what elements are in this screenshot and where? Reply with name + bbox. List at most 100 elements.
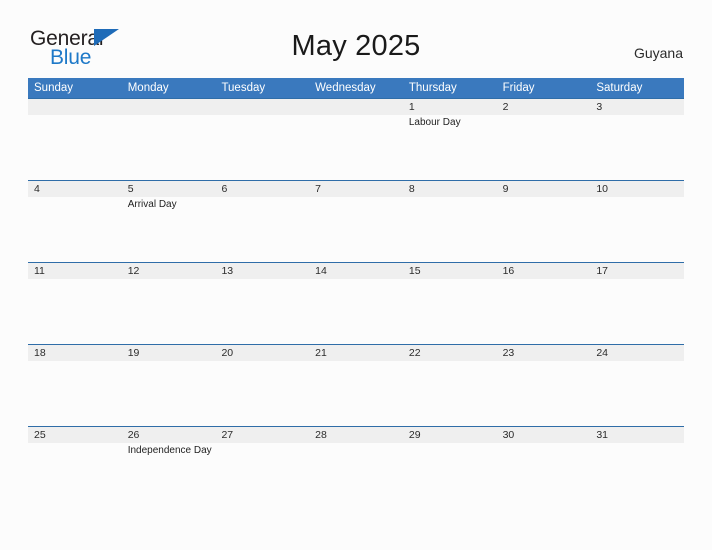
- day-cell[interactable]: 14: [309, 263, 403, 344]
- day-cell[interactable]: 31: [590, 427, 684, 508]
- day-number: 17: [596, 265, 608, 277]
- day-number: 13: [221, 265, 234, 277]
- day-number: 10: [596, 183, 608, 195]
- day-event: [596, 197, 684, 198]
- day-event: [503, 279, 591, 280]
- day-event: Arrival Day: [127, 199, 177, 210]
- day-number: 29: [408, 429, 421, 441]
- day-number: 4: [34, 183, 40, 195]
- day-cell[interactable]: 29: [403, 427, 497, 508]
- day-number: 5: [127, 183, 134, 195]
- day-cell[interactable]: [122, 99, 216, 180]
- weekday-header-row: Sunday Monday Tuesday Wednesday Thursday…: [28, 78, 684, 98]
- day-event: [503, 361, 591, 362]
- week-row: 25 26 Independence Day 27 28 29 30 31: [28, 426, 684, 508]
- day-event: [221, 115, 309, 116]
- day-event: [315, 197, 403, 198]
- day-event: [34, 361, 122, 362]
- day-event: [34, 279, 122, 280]
- week-row: 1 Labour Day 2 3: [28, 98, 684, 180]
- day-event: [503, 115, 591, 116]
- day-event: [34, 443, 122, 444]
- day-event: [315, 279, 403, 280]
- week-row: 11 12 13 14 15 16 17: [28, 262, 684, 344]
- day-event: [128, 279, 216, 280]
- day-number: 1: [408, 101, 415, 113]
- day-number: 7: [315, 183, 321, 195]
- day-cell[interactable]: 11: [28, 263, 122, 344]
- day-event: [596, 443, 684, 444]
- weekday-sunday: Sunday: [34, 82, 74, 94]
- day-event: [409, 361, 497, 362]
- day-cell[interactable]: 6: [215, 181, 309, 262]
- day-cell[interactable]: 10: [590, 181, 684, 262]
- day-cell[interactable]: [28, 99, 122, 180]
- day-number: 8: [408, 183, 415, 195]
- day-cell[interactable]: 25: [28, 427, 122, 508]
- day-number: 25: [34, 429, 46, 441]
- day-number: 14: [315, 265, 327, 277]
- day-event: Independence Day: [127, 445, 212, 456]
- weekday-saturday: Saturday: [596, 82, 643, 94]
- day-cell[interactable]: 15: [403, 263, 497, 344]
- day-event: [409, 197, 497, 198]
- week-row: 4 5 Arrival Day 6 7 8 9 10: [28, 180, 684, 262]
- day-cell[interactable]: 4: [28, 181, 122, 262]
- day-number: 9: [502, 183, 509, 195]
- day-event: [503, 443, 591, 444]
- day-cell[interactable]: 27: [215, 427, 309, 508]
- day-cell[interactable]: 9: [497, 181, 591, 262]
- day-cell[interactable]: 13: [215, 263, 309, 344]
- day-cell[interactable]: [309, 99, 403, 180]
- day-number: 11: [34, 265, 45, 277]
- day-event: [221, 361, 309, 362]
- day-event: [221, 279, 309, 280]
- day-cell[interactable]: 24: [590, 345, 684, 426]
- day-number: 15: [408, 265, 421, 277]
- day-number: 19: [127, 347, 140, 359]
- day-cell[interactable]: 26 Independence Day: [122, 427, 216, 508]
- day-number: 22: [408, 347, 421, 359]
- day-event: [128, 115, 216, 116]
- day-cell[interactable]: 3: [590, 99, 684, 180]
- day-number: 24: [596, 347, 608, 359]
- day-cell[interactable]: 20: [215, 345, 309, 426]
- day-number: 27: [221, 429, 234, 441]
- day-cell[interactable]: 22: [403, 345, 497, 426]
- day-number: 20: [221, 347, 234, 359]
- day-cell[interactable]: 7: [309, 181, 403, 262]
- day-event: [221, 443, 309, 444]
- day-cell[interactable]: 8: [403, 181, 497, 262]
- day-cell[interactable]: 28: [309, 427, 403, 508]
- country-label: Guyana: [633, 45, 683, 61]
- day-event: [128, 361, 216, 362]
- day-number: 12: [127, 265, 140, 277]
- day-event: [34, 197, 122, 198]
- day-cell[interactable]: 2: [497, 99, 591, 180]
- day-event: [315, 443, 403, 444]
- day-cell[interactable]: 21: [309, 345, 403, 426]
- day-cell[interactable]: 17: [590, 263, 684, 344]
- calendar-grid: Sunday Monday Tuesday Wednesday Thursday…: [28, 78, 684, 508]
- day-event: [409, 279, 497, 280]
- day-number: 6: [221, 183, 228, 195]
- day-cell[interactable]: 1 Labour Day: [403, 99, 497, 180]
- day-cell[interactable]: 23: [497, 345, 591, 426]
- day-cell[interactable]: 16: [497, 263, 591, 344]
- day-number: 21: [315, 347, 327, 359]
- day-cell[interactable]: 19: [122, 345, 216, 426]
- weekday-monday: Monday: [127, 82, 169, 94]
- day-cell[interactable]: 12: [122, 263, 216, 344]
- weekday-thursday: Thursday: [408, 82, 457, 94]
- day-number: 28: [315, 429, 327, 441]
- day-cell[interactable]: 5 Arrival Day: [122, 181, 216, 262]
- day-cell[interactable]: 30: [497, 427, 591, 508]
- day-event: [34, 115, 122, 116]
- weekday-wednesday: Wednesday: [315, 82, 376, 94]
- day-cell[interactable]: [215, 99, 309, 180]
- day-number: 26: [127, 429, 140, 441]
- day-number: 18: [34, 347, 46, 359]
- day-cell[interactable]: 18: [28, 345, 122, 426]
- day-number: 30: [502, 429, 515, 441]
- day-event: [409, 443, 497, 444]
